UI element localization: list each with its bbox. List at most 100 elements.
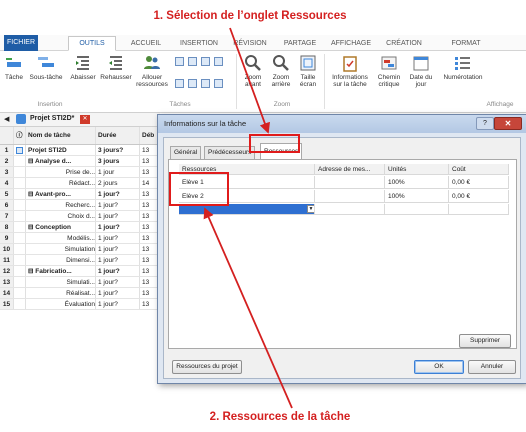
duration-cell[interactable]: 1 jour?: [96, 244, 140, 254]
duration-cell[interactable]: 1 jour?: [96, 200, 140, 210]
row-indicator[interactable]: [14, 167, 26, 177]
close-icon[interactable]: ✕: [494, 117, 522, 130]
table-row[interactable]: 5 ⊟ Avant-pro... 1 jour? 13: [0, 189, 160, 200]
dialog-titlebar[interactable]: Informations sur la tâche ? ✕: [158, 115, 526, 133]
task-button[interactable]: Tâche: [2, 54, 26, 81]
unlink-tasks-icon[interactable]: [188, 57, 197, 66]
task-name-cell[interactable]: Prise de...: [26, 167, 96, 177]
link-tasks-icon[interactable]: [175, 57, 184, 66]
table-row[interactable]: 3 Prise de... 1 jour 13: [0, 167, 160, 178]
email-cell[interactable]: [315, 190, 385, 202]
task-name-cell[interactable]: ⊟ Avant-pro...: [26, 189, 96, 199]
subtask-button[interactable]: Sous-tâche: [28, 54, 64, 81]
table-row[interactable]: 7 Choix d... 1 jour? 13: [0, 211, 160, 222]
table-row[interactable]: 13 Simulati... 1 jour? 13: [0, 277, 160, 288]
table-row[interactable]: 6 Recherc... 1 jour? 13: [0, 200, 160, 211]
task-name-cell[interactable]: Dimensi...: [26, 255, 96, 265]
task-information-button[interactable]: Informations sur la tâche: [328, 54, 372, 88]
table-row[interactable]: 9 Modélis... 1 jour? 13: [0, 233, 160, 244]
fit-screen-button[interactable]: Taille écran: [296, 54, 320, 88]
row-number[interactable]: 14: [0, 288, 14, 298]
table-row[interactable]: 12 ⊟ Fabricatio... 1 jour? 13: [0, 266, 160, 277]
duration-cell[interactable]: 1 jour?: [96, 189, 140, 199]
tab-general[interactable]: Général: [170, 146, 202, 159]
tab-affichage[interactable]: AFFICHAGE: [328, 37, 374, 50]
row-number[interactable]: 10: [0, 244, 14, 254]
row-number[interactable]: 4: [0, 178, 14, 188]
task-name-cell[interactable]: Modélis...: [26, 233, 96, 243]
row-indicator[interactable]: [14, 244, 26, 254]
task-name-cell[interactable]: Réalisat...: [26, 288, 96, 298]
column-header-duration[interactable]: Durée: [96, 127, 140, 144]
nav-left-icon[interactable]: ◀: [4, 115, 9, 123]
chevron-down-icon[interactable]: ▼: [307, 205, 314, 213]
table-row[interactable]: 11 Dimensi... 1 jour? 13: [0, 255, 160, 266]
tab-predecesseurs[interactable]: Prédécesseurs: [204, 146, 256, 159]
row-indicator[interactable]: [14, 145, 26, 155]
row-number[interactable]: 7: [0, 211, 14, 221]
table-row[interactable]: 14 Réalisat... 1 jour? 13: [0, 288, 160, 299]
task-name-cell[interactable]: Projet STI2D: [26, 145, 96, 155]
zoom-in-button[interactable]: Zoom avant: [240, 54, 266, 88]
row-number[interactable]: 8: [0, 222, 14, 232]
inactivate-icon[interactable]: [214, 57, 223, 66]
ok-button[interactable]: OK: [414, 360, 464, 374]
units-cell[interactable]: 100%: [385, 176, 449, 188]
outdent-button[interactable]: Rehausser: [100, 54, 132, 81]
row-indicator[interactable]: [14, 288, 26, 298]
task-name-cell[interactable]: Recherc...: [26, 200, 96, 210]
duration-cell[interactable]: 1 jour?: [96, 277, 140, 287]
project-tab-close-icon[interactable]: ✕: [80, 115, 90, 124]
table-row[interactable]: 8 ⊟ Conception 1 jour? 13: [0, 222, 160, 233]
indent-button[interactable]: Abaisser: [68, 54, 98, 81]
remove-button[interactable]: Supprimer: [459, 334, 511, 348]
units-cell[interactable]: [385, 204, 449, 214]
row-indicator[interactable]: [14, 211, 26, 221]
row-number[interactable]: 15: [0, 299, 14, 309]
duration-cell[interactable]: 3 jours?: [96, 145, 140, 155]
row-indicator[interactable]: [14, 233, 26, 243]
row-number[interactable]: 11: [0, 255, 14, 265]
manual-schedule-icon[interactable]: [201, 79, 210, 88]
row-indicator[interactable]: [14, 222, 26, 232]
cancel-button[interactable]: Annuler: [468, 360, 516, 374]
cost-cell[interactable]: 0,00 €: [449, 190, 509, 202]
task-name-cell[interactable]: Choix d...: [26, 211, 96, 221]
duration-cell[interactable]: 1 jour?: [96, 255, 140, 265]
numbering-button[interactable]: Numérotation: [440, 54, 486, 81]
row-indicator[interactable]: [14, 178, 26, 188]
tab-insertion[interactable]: INSERTION: [176, 37, 222, 50]
auto-schedule-icon[interactable]: [214, 79, 223, 88]
row-indicator[interactable]: [14, 299, 26, 309]
duration-cell[interactable]: 1 jour?: [96, 288, 140, 298]
tab-outils-gantt[interactable]: OUTILS GANTT: [68, 36, 116, 60]
tab-accueil[interactable]: ACCUEIL: [126, 37, 166, 50]
duration-cell[interactable]: 1 jour?: [96, 299, 140, 309]
cost-cell[interactable]: [449, 204, 509, 214]
tab-format[interactable]: FORMAT: [444, 37, 488, 50]
tab-fichier[interactable]: FICHIER: [4, 35, 38, 51]
row-number[interactable]: 5: [0, 189, 14, 199]
project-tab-label[interactable]: Projet STI2D*: [30, 115, 74, 122]
move-task-icon[interactable]: [175, 79, 184, 88]
task-name-cell[interactable]: ⊟ Conception: [26, 222, 96, 232]
respect-links-icon[interactable]: [188, 79, 197, 88]
cost-cell[interactable]: 0,00 €: [449, 176, 509, 188]
zoom-out-button[interactable]: Zoom arrière: [268, 54, 294, 88]
duration-cell[interactable]: 2 jours: [96, 178, 140, 188]
tab-revision[interactable]: RÉVISION: [230, 37, 270, 50]
task-name-cell[interactable]: ⊟ Fabricatio...: [26, 266, 96, 276]
tab-partage[interactable]: PARTAGE: [280, 37, 320, 50]
critical-path-button[interactable]: Chemin critique: [374, 54, 404, 88]
table-row[interactable]: 1 Projet STI2D 3 jours? 13: [0, 145, 160, 156]
table-row[interactable]: 15 Évaluation 1 jour? 13: [0, 299, 160, 310]
row-indicator[interactable]: [14, 200, 26, 210]
column-header-name[interactable]: Nom de tâche: [26, 127, 96, 144]
table-row[interactable]: 10 Simulation 1 jour? 13: [0, 244, 160, 255]
assign-resources-button[interactable]: Allouer ressources: [135, 54, 169, 88]
row-indicator[interactable]: [14, 255, 26, 265]
task-name-cell[interactable]: Évaluation: [26, 299, 96, 309]
table-row[interactable]: 2 ⊟ Analyse d... 3 jours 13: [0, 156, 160, 167]
units-cell[interactable]: 100%: [385, 190, 449, 202]
row-number[interactable]: 12: [0, 266, 14, 276]
